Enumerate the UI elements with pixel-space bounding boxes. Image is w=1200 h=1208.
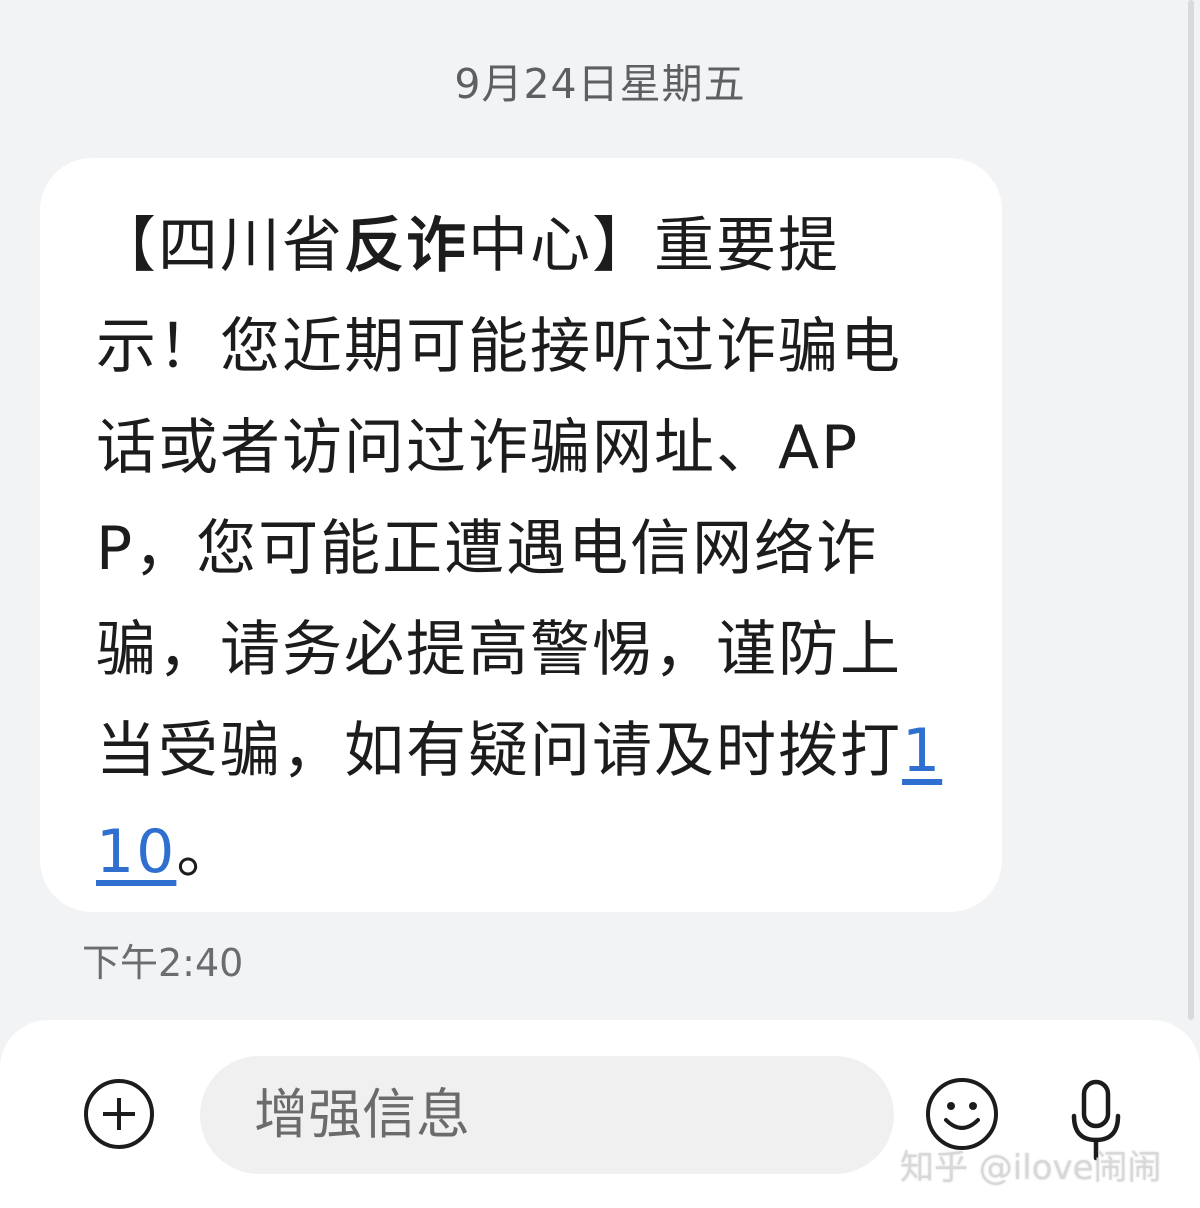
message-text-part: 【四川省 [96,211,344,281]
date-header: 9月24日星期五 [454,60,746,108]
message-text: 【四川省反诈中心】重要提示！您近期可能接听过诈骗电话或者访问过诈骗网址、APP，… [96,196,946,903]
add-circle-icon[interactable] [84,1079,154,1149]
message-input-placeholder: 增强信息 [254,1083,470,1146]
watermark: 知乎 @ilove闹闹 [900,1148,1162,1188]
scrollbar[interactable] [1188,0,1194,1020]
message-text-bold: 反诈 [344,211,468,281]
message-bubble[interactable]: 【四川省反诈中心】重要提示！您近期可能接听过诈骗电话或者访问过诈骗网址、APP，… [40,158,1002,912]
message-timestamp: 下午2:40 [82,941,244,985]
message-text-part: 中心】重要提示！您近期可能接听过诈骗电话或者访问过诈骗网址、APP，您可能正遭遇… [96,211,902,786]
message-text-part: 。 [176,817,239,887]
message-input[interactable]: 增强信息 [200,1056,894,1174]
